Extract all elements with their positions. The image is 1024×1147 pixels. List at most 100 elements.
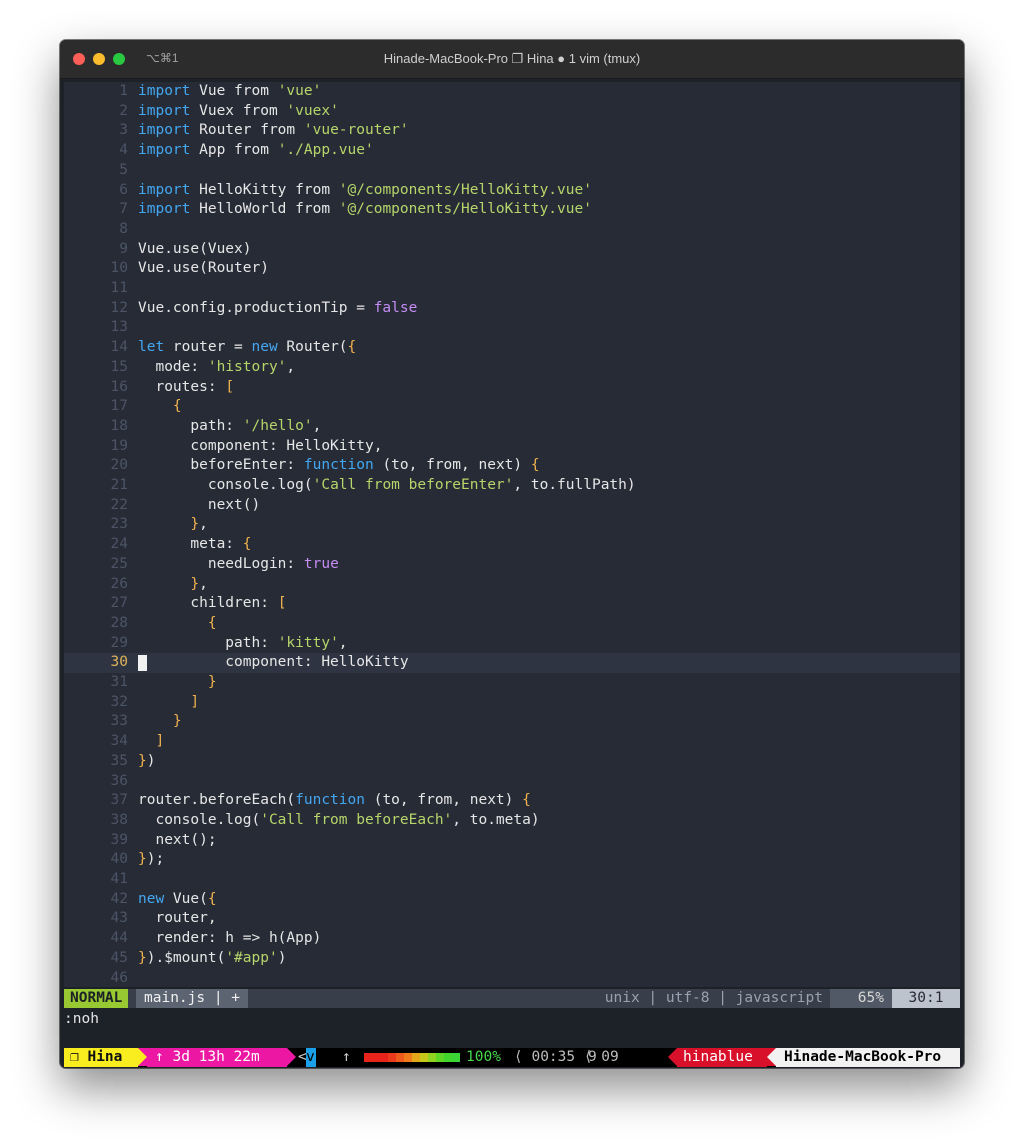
code-line[interactable]: 39 next();	[64, 831, 960, 851]
code-text: Vue.use(Router)	[138, 260, 269, 277]
vim-editor[interactable]: 1 import Vue from 'vue' 2 import Vuex from …	[64, 82, 960, 987]
command-line[interactable]: :noh	[64, 1010, 99, 1029]
code-line[interactable]: 1 import Vue from 'vue'	[64, 82, 960, 102]
file-info: unix | utf-8 | javascript	[604, 990, 823, 1006]
code-line[interactable]: 7 import HelloWorld from '@/components/He…	[64, 200, 960, 220]
battery-cell	[380, 1053, 388, 1062]
code-text: new Vue({	[138, 890, 217, 907]
code-line[interactable]: 36	[64, 772, 960, 792]
code-text: {	[207, 614, 217, 631]
code-line[interactable]: 17 {	[64, 397, 960, 417]
code-line[interactable]: 33 }	[64, 712, 960, 732]
code-line[interactable]: 43 router,	[64, 909, 960, 929]
code-line[interactable]: 42 new Vue({	[64, 890, 960, 910]
code-line[interactable]: 24 meta: {	[64, 535, 960, 555]
tmux-window-vim[interactable]: v	[306, 1048, 316, 1067]
file-name: main.js | +	[136, 989, 249, 1008]
code-text: render: h => h(App)	[138, 930, 322, 947]
code-line[interactable]: 35})	[64, 752, 960, 772]
code-line[interactable]: 12 Vue.config.productionTip = false	[64, 299, 960, 319]
code-line[interactable]: 16 routes: [	[64, 378, 960, 398]
line-number: 6	[119, 181, 128, 198]
line-number: 30	[110, 654, 128, 671]
line-number: 5	[119, 161, 128, 178]
code-line[interactable]: 22 next()	[64, 496, 960, 516]
tmux-host: Hinade-MacBook-Pro	[776, 1048, 960, 1067]
line-number: 37	[110, 792, 128, 809]
battery-cell	[444, 1053, 452, 1062]
code-text: }	[172, 713, 182, 730]
code-line[interactable]: 11	[64, 279, 960, 299]
line-number: 25	[110, 555, 128, 572]
code-line[interactable]: 45}).$mount('#app')	[64, 949, 960, 969]
code-line[interactable]: 4 import App from './App.vue'	[64, 141, 960, 161]
battery-level-bar	[364, 1053, 460, 1062]
code-line[interactable]: 32 ]	[64, 693, 960, 713]
code-text: import App from './App.vue'	[138, 142, 374, 159]
code-line[interactable]: 14 let router = new Router({	[64, 338, 960, 358]
battery-cell	[404, 1053, 412, 1062]
code-line[interactable]: 15 mode: 'history',	[64, 358, 960, 378]
code-line[interactable]: 41	[64, 870, 960, 890]
code-line[interactable]: 3 import Router from 'vue-router'	[64, 121, 960, 141]
code-text: ]	[155, 733, 165, 750]
line-number: 22	[110, 496, 128, 513]
code-line[interactable]: 21 console.log('Call from beforeEnter', …	[64, 476, 960, 496]
code-line[interactable]: 31 }	[64, 673, 960, 693]
line-number: 19	[110, 437, 128, 454]
line-number: 34	[110, 733, 128, 750]
tmux-uptime: ↑ 3d 13h 22m	[147, 1048, 287, 1067]
window-title: Hinade-MacBook-Pro ❐ Hina ● 1 vim (tmux)	[383, 51, 641, 66]
code-line[interactable]: 5	[64, 161, 960, 181]
code-line[interactable]: 46	[64, 969, 960, 988]
code-line[interactable]: 27 children: [	[64, 594, 960, 614]
code-line[interactable]: 8	[64, 220, 960, 240]
line-number: 21	[110, 477, 128, 493]
battery-arrow-icon: ↑	[342, 1049, 351, 1065]
code-line[interactable]: 34 ]	[64, 732, 960, 752]
line-number: 39	[110, 831, 128, 848]
separator-arrow	[668, 1048, 677, 1066]
line-number: 8	[119, 220, 128, 237]
code-text: ]	[190, 693, 200, 710]
code-line[interactable]: 30 component: HelloKitty	[64, 653, 960, 673]
line-number: 1	[119, 83, 128, 99]
battery-cell	[428, 1053, 436, 1062]
tmux-clock: ⟨ 00:35 ⟨ 09	[514, 1049, 619, 1065]
code-line[interactable]: 9 Vue.use(Vuex)	[64, 240, 960, 260]
code-text: path: 'kitty',	[138, 634, 348, 651]
code-line[interactable]: 38 console.log('Call from beforeEach', t…	[64, 811, 960, 831]
battery-cell	[364, 1053, 372, 1062]
scroll-percent: 65%	[830, 989, 892, 1008]
code-line[interactable]: 20 beforeEnter: function (to, from, next…	[64, 456, 960, 476]
code-text: import Vuex from 'vuex'	[138, 102, 339, 119]
code-line[interactable]: 23 },	[64, 515, 960, 535]
code-line[interactable]: 19 component: HelloKitty,	[64, 437, 960, 457]
code-line[interactable]: 25 needLogin: true	[64, 555, 960, 575]
code-text: router.beforeEach(function (to, from, ne…	[138, 792, 531, 809]
line-number: 15	[110, 358, 128, 375]
battery-cell	[372, 1053, 380, 1062]
code-line[interactable]: 37 router.beforeEach(function (to, from, …	[64, 791, 960, 811]
tmux-user: hinablue	[677, 1048, 767, 1067]
separator-arrow	[138, 1048, 147, 1066]
line-number: 41	[110, 871, 128, 887]
line-number: 4	[119, 142, 128, 159]
code-line[interactable]: 10 Vue.use(Router)	[64, 259, 960, 279]
code-line[interactable]: 2 import Vuex from 'vuex'	[64, 102, 960, 122]
code-line[interactable]: 26 },	[64, 575, 960, 595]
code-line[interactable]: 40});	[64, 850, 960, 870]
code-line[interactable]: 44 render: h => h(App)	[64, 929, 960, 949]
tmux-session: ❐ Hina	[64, 1048, 138, 1067]
code-line[interactable]: 13	[64, 318, 960, 338]
code-line[interactable]: 29 path: 'kitty',	[64, 634, 960, 654]
separator-arrow	[767, 1048, 776, 1066]
code-text: {	[172, 398, 182, 415]
line-number: 46	[110, 969, 128, 986]
line-number: 40	[110, 851, 128, 868]
line-number: 18	[110, 417, 128, 434]
code-line[interactable]: 28 {	[64, 614, 960, 634]
code-text: import Router from 'vue-router'	[138, 122, 409, 139]
code-line[interactable]: 6 import HelloKitty from '@/components/He…	[64, 181, 960, 201]
code-line[interactable]: 18 path: '/hello',	[64, 417, 960, 437]
